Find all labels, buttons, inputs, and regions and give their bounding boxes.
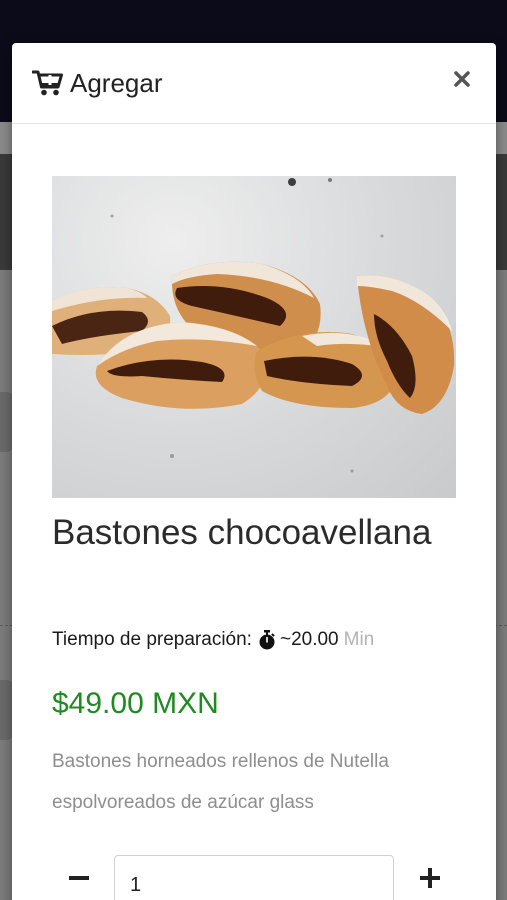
- product-price: $49.00 MXN: [52, 687, 219, 720]
- quantity-input[interactable]: 1: [114, 855, 394, 900]
- close-icon: [454, 71, 470, 87]
- close-button[interactable]: [450, 67, 474, 91]
- add-product-modal: Agregar Bastones chocoavellana Tiempo de…: [12, 43, 496, 900]
- prep-unit: Min: [343, 629, 375, 650]
- plus-icon: [420, 868, 440, 888]
- product-name: Bastones chocoavellana: [52, 513, 432, 552]
- stopwatch-icon: [258, 630, 276, 650]
- preparation-time: Tiempo de preparación: ~20.00 Min: [52, 629, 482, 651]
- cart-plus-icon: [32, 69, 64, 97]
- increase-quantity-button[interactable]: [415, 863, 445, 893]
- modal-title: Agregar: [70, 67, 163, 98]
- prep-label: Tiempo de preparación:: [52, 629, 252, 650]
- product-image: [52, 176, 456, 498]
- modal-header: Agregar: [12, 43, 496, 124]
- prep-value: ~20.00: [279, 629, 339, 650]
- product-description: Bastones horneados rellenos de Nutella e…: [52, 751, 389, 813]
- minus-icon: [69, 876, 89, 880]
- decrease-quantity-button[interactable]: [64, 863, 94, 893]
- quantity-stepper: 1: [52, 855, 472, 900]
